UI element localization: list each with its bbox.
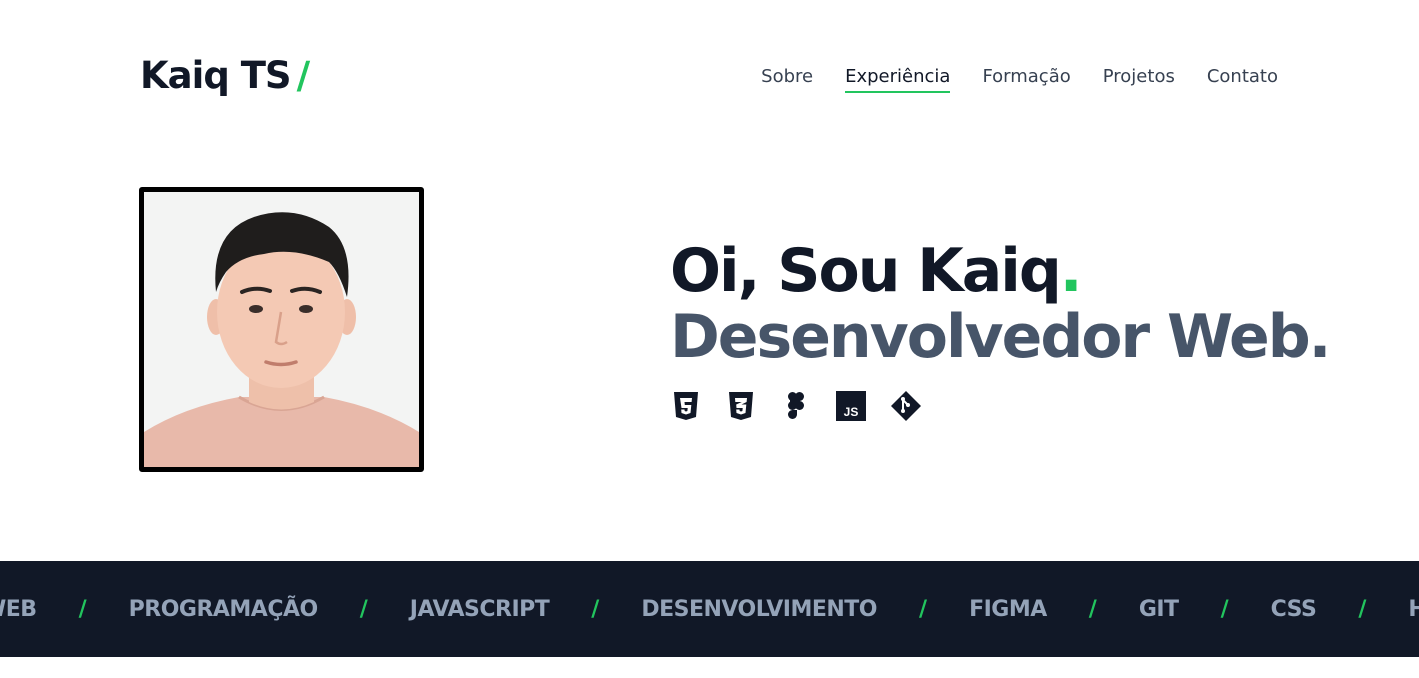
logo-slash: / <box>296 54 310 97</box>
hero-greeting-dot: . <box>1059 236 1083 306</box>
skills-marquee-track: WEB / PROGRAMAÇÃO / JAVASCRIPT / DESENVO… <box>0 561 1419 657</box>
css3-icon <box>725 390 757 422</box>
marquee-separator: / <box>591 596 600 622</box>
skills-marquee: WEB / PROGRAMAÇÃO / JAVASCRIPT / DESENVO… <box>0 561 1419 657</box>
marquee-separator: / <box>1358 596 1367 622</box>
nav-experiencia[interactable]: Experiência <box>845 66 951 93</box>
nav-sobre[interactable]: Sobre <box>761 66 813 93</box>
profile-photo <box>139 187 424 472</box>
marquee-separator: / <box>78 596 87 622</box>
html5-icon <box>670 390 702 422</box>
marquee-separator: / <box>919 596 928 622</box>
git-icon <box>890 390 922 422</box>
marquee-item: CSS <box>1270 596 1317 622</box>
nav-projetos[interactable]: Projetos <box>1103 66 1175 93</box>
marquee-item: PROGRAMAÇÃO <box>128 596 319 622</box>
hero-greeting-text: Oi, Sou Kaiq <box>670 236 1062 306</box>
javascript-icon: JS <box>835 390 867 422</box>
marquee-separator: / <box>1220 596 1229 622</box>
marquee-item: HTML <box>1408 596 1419 622</box>
marquee-item: DESENVOLVIMENTO <box>641 596 878 622</box>
main-nav: Sobre Experiência Formação Projetos Cont… <box>761 66 1278 93</box>
hero-role: Desenvolvedor Web. <box>670 302 1331 372</box>
marquee-item: FIGMA <box>969 596 1047 622</box>
site-logo[interactable]: Kaiq TS / <box>140 54 310 97</box>
marquee-item: WEB <box>0 596 37 622</box>
marquee-separator: / <box>1088 596 1097 622</box>
marquee-item: GIT <box>1138 596 1179 622</box>
logo-text: Kaiq TS <box>140 54 292 97</box>
marquee-separator: / <box>359 596 368 622</box>
nav-formacao[interactable]: Formação <box>982 66 1070 93</box>
figma-icon <box>780 390 812 422</box>
hero-greeting: Oi, Sou Kaiq. <box>670 236 1083 306</box>
javascript-icon-label: JS <box>844 405 859 419</box>
marquee-item: JAVASCRIPT <box>409 596 550 622</box>
tech-icons: JS <box>670 390 922 422</box>
nav-contato[interactable]: Contato <box>1207 66 1278 93</box>
